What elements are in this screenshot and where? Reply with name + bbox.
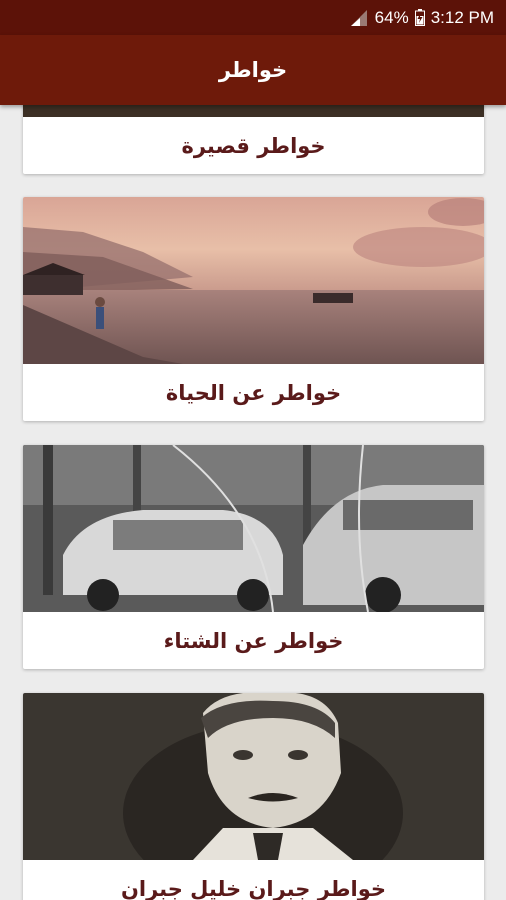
card-image — [23, 693, 484, 860]
card-title: خواطر قصيرة — [181, 133, 326, 158]
status-bar: 64% 3:12 PM — [0, 0, 506, 35]
category-list: خواطر قصيرة خواطر عن الحياة خواطر عن الش… — [0, 105, 506, 900]
clock: 3:12 PM — [430, 7, 494, 27]
signal-icon — [350, 9, 369, 26]
card-title: خواطر عن الحياة — [165, 380, 342, 405]
category-card-winter[interactable]: خواطر عن الشتاء — [23, 445, 484, 669]
category-card-life[interactable]: خواطر عن الحياة — [23, 197, 484, 421]
card-image — [23, 105, 484, 117]
card-title: خواطر عن الشتاء — [163, 628, 344, 653]
card-image — [23, 197, 484, 364]
battery-charging-icon — [414, 9, 425, 26]
page-title: خواطر — [218, 58, 288, 82]
category-card-short[interactable]: خواطر قصيرة — [23, 105, 484, 174]
app-bar: خواطر — [0, 35, 506, 105]
card-title: خواطر جبران خليل جبران — [120, 876, 387, 900]
category-card-gibran[interactable]: خواطر جبران خليل جبران — [23, 693, 484, 900]
card-image — [23, 445, 484, 612]
battery-percent: 64% — [374, 7, 409, 27]
